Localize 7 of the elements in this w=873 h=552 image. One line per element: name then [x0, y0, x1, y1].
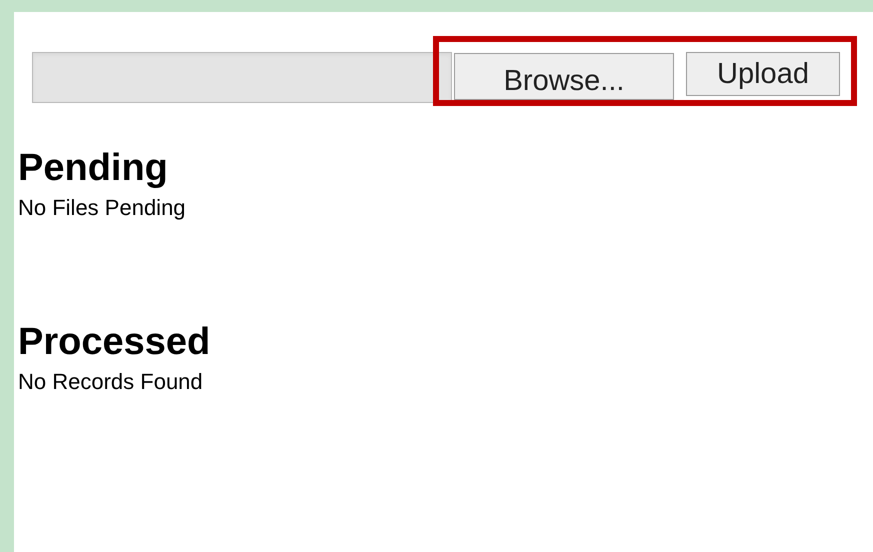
section-heading: Processed — [18, 323, 210, 361]
section-heading: Pending — [18, 149, 168, 187]
file-path-field[interactable] — [32, 52, 452, 103]
status-message: No Files Pending — [18, 197, 186, 219]
browse-button[interactable]: Browse... — [454, 53, 674, 100]
upload-button[interactable]: Upload — [686, 52, 840, 96]
status-message: No Records Found — [18, 371, 203, 393]
